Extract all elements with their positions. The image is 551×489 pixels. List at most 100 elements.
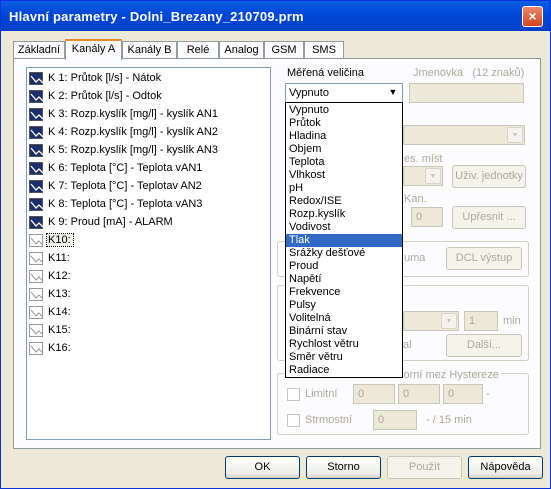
channel-list-item[interactable]: K10: xyxy=(29,232,269,249)
dropdown-option[interactable]: Teplota xyxy=(286,156,402,169)
chart-icon xyxy=(29,108,44,121)
hysteresis-value: 0 xyxy=(448,388,455,400)
al-label: al xyxy=(403,339,412,351)
limitni-checkbox[interactable] xyxy=(287,388,300,401)
dropdown-option[interactable]: Rozp.kyslík xyxy=(286,208,402,221)
tab-kanaly-b[interactable]: Kanály B xyxy=(122,41,177,59)
user-units-button[interactable]: Uživ. jednotky xyxy=(452,165,526,188)
chevron-down-icon: ▼ xyxy=(441,313,457,329)
tab-sms[interactable]: SMS xyxy=(304,41,344,59)
archive-select[interactable]: ▼ xyxy=(403,311,459,331)
dropdown-option[interactable]: Průtok xyxy=(286,117,402,130)
channel-list-item[interactable]: K 1: Průtok [l/s] - Nátok xyxy=(29,70,269,87)
channel-list-item[interactable]: K 7: Teplota [°C] - Teplotav AN2 xyxy=(29,178,269,195)
interval-value: 1 xyxy=(469,315,476,327)
dropdown-option[interactable]: Volitelná xyxy=(286,312,402,325)
channel-list-item[interactable]: K 2: Průtok [l/s] - Odtok xyxy=(29,88,269,105)
unit-select[interactable]: ▼ xyxy=(403,125,525,145)
dropdown-option[interactable]: Napětí xyxy=(286,273,402,286)
dropdown-option[interactable]: Frekvence xyxy=(286,286,402,299)
channel-list-item[interactable]: K11: xyxy=(29,250,269,267)
tab-gsm[interactable]: GSM xyxy=(264,41,304,59)
upper-limit-input[interactable]: 0 xyxy=(398,384,440,404)
decimal-places-select[interactable]: ▼ xyxy=(403,166,443,186)
channel-list-item[interactable]: K 4: Rozp.kyslík [mg/l] - kyslík AN2 xyxy=(29,124,269,141)
channel-label: K 2: Průtok [l/s] - Odtok xyxy=(48,90,162,102)
dropdown-option[interactable]: Radiace xyxy=(286,364,402,377)
channel-label: K10: xyxy=(46,233,74,247)
min-label: min xyxy=(503,315,521,327)
kan-label: Kan. xyxy=(404,193,427,205)
dropdown-option[interactable]: Vlhkost xyxy=(286,169,402,182)
channel-list-item[interactable]: K15: xyxy=(29,322,269,339)
tab-kanaly-a[interactable]: Kanály A xyxy=(65,39,122,60)
strmostni-checkbox[interactable] xyxy=(287,414,300,427)
dropdown-option[interactable]: Srážky dešťové xyxy=(286,247,402,260)
channel-label: K 4: Rozp.kyslík [mg/l] - kyslík AN2 xyxy=(48,126,218,138)
tab-zakladni[interactable]: Základní xyxy=(13,41,65,59)
chart-icon xyxy=(29,180,44,193)
channel-list-item[interactable]: K 5: Rozp.kyslík [mg/l] - kyslík AN3 xyxy=(29,142,269,159)
chart-icon xyxy=(29,144,44,157)
strmostni-label: Strmostní xyxy=(305,414,353,426)
chevron-down-icon: ▼ xyxy=(507,127,523,143)
tab-analog[interactable]: Analog xyxy=(219,41,264,59)
dropdown-option[interactable]: Binární stav xyxy=(286,325,402,338)
channel-list-item[interactable]: K 6: Teplota [°C] - Teplota vAN1 xyxy=(29,160,269,177)
channel-list-item[interactable]: K 9: Proud [mA] - ALARM xyxy=(29,214,269,231)
name-input[interactable] xyxy=(409,83,524,103)
tab-rele[interactable]: Relé xyxy=(177,41,219,59)
channel-list-item[interactable]: K14: xyxy=(29,304,269,321)
refine-button[interactable]: Upřesnit ... xyxy=(452,206,526,229)
chart-icon xyxy=(29,288,44,301)
dropdown-option[interactable]: Proud xyxy=(286,260,402,273)
hysteresis-input[interactable]: 0 xyxy=(443,384,483,404)
slope-input[interactable]: 0 xyxy=(373,410,417,430)
dropdown-option[interactable]: Hladina xyxy=(286,130,402,143)
chart-icon xyxy=(29,306,44,319)
close-button[interactable]: × xyxy=(522,6,543,27)
channel-list-item[interactable]: K 8: Teplota [°C] - Teplota vAN3 xyxy=(29,196,269,213)
dropdown-option[interactable]: Pulsy xyxy=(286,299,402,312)
dropdown-option[interactable]: Vypnuto xyxy=(286,104,402,117)
channel-label: K15: xyxy=(48,324,71,336)
kan-input[interactable]: 0 xyxy=(411,207,443,227)
dropdown-option[interactable]: Tlak xyxy=(286,234,402,247)
chart-icon xyxy=(29,342,44,355)
help-button[interactable]: Nápověda xyxy=(468,456,543,479)
dropdown-option[interactable]: Objem xyxy=(286,143,402,156)
channel-label: K 7: Teplota [°C] - Teplotav AN2 xyxy=(48,180,202,192)
dropdown-option[interactable]: Směr větru xyxy=(286,351,402,364)
chart-icon xyxy=(29,162,44,175)
channel-label: K13: xyxy=(48,288,71,300)
dropdown-option[interactable]: pH xyxy=(286,182,402,195)
chevron-down-icon: ▼ xyxy=(425,168,441,184)
channel-label: K 5: Rozp.kyslík [mg/l] - kyslík AN3 xyxy=(48,144,218,156)
ok-button[interactable]: OK xyxy=(225,456,300,479)
more-button[interactable]: Další... xyxy=(446,334,522,357)
channel-list[interactable]: K 1: Průtok [l/s] - Nátok K 2: Průtok [l/… xyxy=(26,67,271,440)
channel-list-item[interactable]: K16: xyxy=(29,340,269,357)
interval-input[interactable]: 1 xyxy=(464,311,498,331)
dropdown-option[interactable]: Vodivost xyxy=(286,221,402,234)
title-bar[interactable]: Hlavní parametry - Dolni_Brezany_210709.… xyxy=(1,1,550,31)
measured-quantity-select[interactable]: Vypnuto ▼ xyxy=(285,83,403,103)
measured-quantity-dropdown-list[interactable]: Vypnuto Průtok Hladina Objem Teplota Vlhkost p… xyxy=(285,102,403,378)
lower-limit-input[interactable]: 0 xyxy=(353,384,395,404)
chart-icon xyxy=(29,72,44,85)
measured-quantity-value: Vypnuto xyxy=(289,87,329,99)
slope-unit: - / 15 min xyxy=(426,414,472,426)
dcl-output-button[interactable]: DCL výstup xyxy=(446,247,522,270)
name-label: Jmenovka (12 znaků) xyxy=(413,67,525,79)
channel-list-item[interactable]: K13: xyxy=(29,286,269,303)
channel-list-item[interactable]: K 3: Rozp.kyslík [mg/l] - kyslík AN1 xyxy=(29,106,269,123)
chevron-down-icon[interactable]: ▼ xyxy=(385,85,401,101)
chart-icon xyxy=(29,126,44,139)
channel-list-item[interactable]: K12: xyxy=(29,268,269,285)
hysteresis-suffix: - xyxy=(486,388,490,400)
dropdown-option[interactable]: Redox/ISE xyxy=(286,195,402,208)
dropdown-option[interactable]: Rychlost větru xyxy=(286,338,402,351)
apply-button[interactable]: Použít xyxy=(387,456,462,479)
upper-limit-value: 0 xyxy=(403,388,410,400)
cancel-button[interactable]: Storno xyxy=(306,456,381,479)
